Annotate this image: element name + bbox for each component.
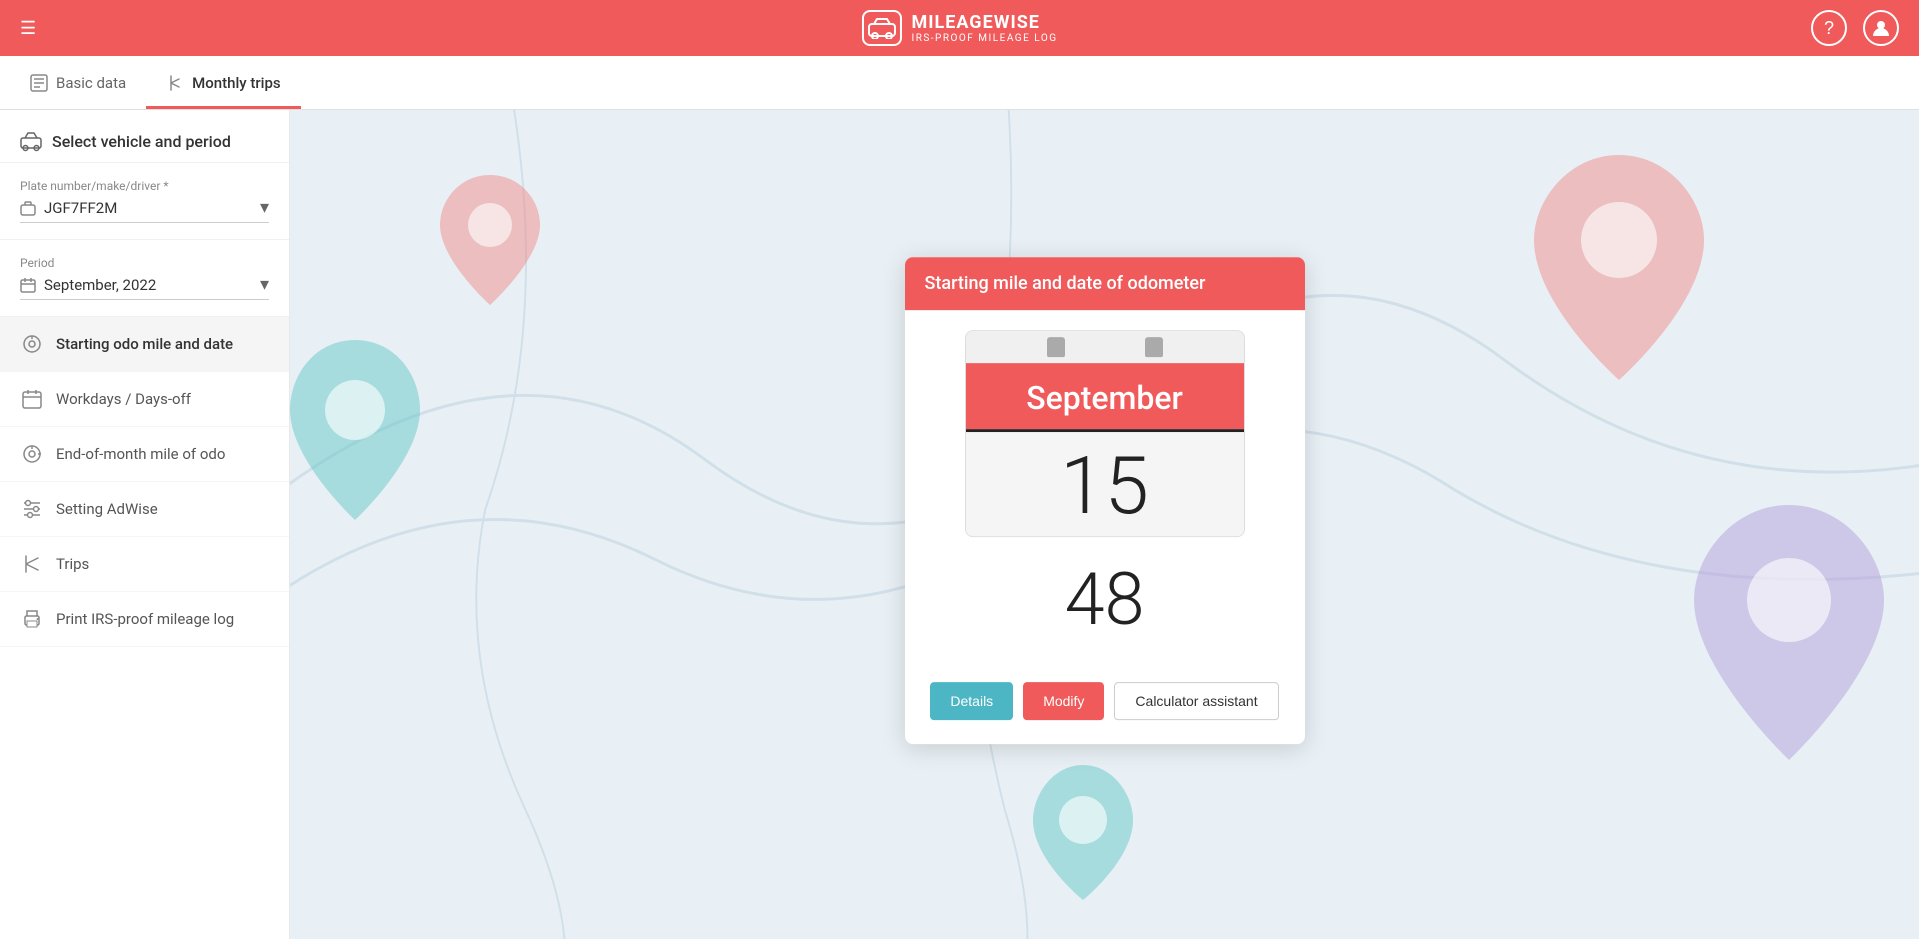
tab-basic-data[interactable]: Basic data (10, 56, 146, 109)
sidebar: Select vehicle and period Plate number/m… (0, 110, 290, 939)
tab-basic-data-label: Basic data (56, 74, 126, 92)
help-button[interactable]: ? (1811, 10, 1847, 46)
header-left: ☰ (20, 18, 36, 39)
hamburger-icon[interactable]: ☰ (20, 18, 36, 39)
vehicle-field-label: Plate number/make/driver * (20, 179, 269, 193)
trips-icon (20, 553, 44, 575)
sidebar-item-print-log[interactable]: Print IRS-proof mileage log (0, 592, 289, 647)
map-pin-pink-tl (430, 170, 550, 314)
period-underline (20, 299, 269, 300)
tab-monthly-trips[interactable]: Monthly trips (146, 56, 300, 109)
vehicle-value: JGF7FF2M (44, 199, 252, 217)
period-section: Period September, 2022 ▾ (0, 240, 289, 317)
odo-start-icon (20, 333, 44, 355)
card-title: Starting mile and date of odometer (925, 273, 1285, 294)
period-field-label: Period (20, 256, 269, 270)
brand: MILEAGEWISE IRS-PROOF MILEAGE LOG (911, 12, 1057, 44)
period-select[interactable]: September, 2022 ▾ (20, 274, 269, 295)
calendar-widget: September 15 (965, 330, 1245, 537)
map-pin-pink-tr (1519, 140, 1719, 394)
vehicle-section: Plate number/make/driver * JGF7FF2M ▾ (0, 163, 289, 240)
period-dropdown-arrow[interactable]: ▾ (260, 274, 269, 295)
main-layout: Select vehicle and period Plate number/m… (0, 110, 1919, 939)
user-button[interactable] (1863, 10, 1899, 46)
sidebar-item-workdays-label: Workdays / Days-off (56, 390, 191, 408)
sidebar-item-trips-label: Trips (56, 555, 89, 573)
sidebar-item-starting-odo-label: Starting odo mile and date (56, 335, 233, 353)
map-pin-teal-bc (1023, 755, 1143, 909)
cal-ring-left (1047, 337, 1065, 357)
calendar-day: 15 (966, 432, 1244, 536)
print-icon (20, 608, 44, 630)
workdays-icon (20, 388, 44, 410)
brand-name: MILEAGEWISE (911, 12, 1057, 33)
header-right: ? (1811, 10, 1899, 46)
monthly-trips-icon (166, 74, 184, 92)
header-center: MILEAGEWISE IRS-PROOF MILEAGE LOG (861, 10, 1057, 46)
sidebar-section-label: Select vehicle and period (52, 132, 231, 151)
briefcase-icon (20, 200, 36, 216)
tabs-bar: Basic data Monthly trips (0, 56, 1919, 110)
sidebar-item-starting-odo[interactable]: Starting odo mile and date (0, 317, 289, 372)
odo-end-icon (20, 443, 44, 465)
modify-button[interactable]: Modify (1023, 682, 1104, 720)
odo-card: Starting mile and date of odometer Septe… (905, 257, 1305, 744)
adwise-icon (20, 498, 44, 520)
vehicle-underline (20, 222, 269, 223)
sidebar-item-end-month-odo-label: End-of-month mile of odo (56, 445, 225, 463)
user-icon (1872, 19, 1890, 37)
period-value: September, 2022 (44, 276, 252, 294)
calendar-icon (20, 277, 36, 293)
sidebar-item-setting-adwise[interactable]: Setting AdWise (0, 482, 289, 537)
vehicle-dropdown-arrow[interactable]: ▾ (260, 197, 269, 218)
card-actions: Details Modify Calculator assistant (905, 682, 1305, 744)
odo-value: 48 (925, 557, 1285, 642)
sidebar-item-end-month-odo[interactable]: End-of-month mile of odo (0, 427, 289, 482)
sidebar-item-trips[interactable]: Trips (0, 537, 289, 592)
sidebar-item-workdays[interactable]: Workdays / Days-off (0, 372, 289, 427)
card-header: Starting mile and date of odometer (905, 257, 1305, 310)
car-icon (20, 130, 42, 152)
calendar-rings (966, 331, 1244, 363)
logo-box (861, 10, 901, 46)
sidebar-item-setting-adwise-label: Setting AdWise (56, 500, 158, 518)
sidebar-section-header: Select vehicle and period (0, 110, 289, 163)
map-area: Starting mile and date of odometer Septe… (290, 110, 1919, 939)
header: ☰ MILEAGEWISE IRS-PROOF MILEAGE LOG ? (0, 0, 1919, 56)
sidebar-item-print-log-label: Print IRS-proof mileage log (56, 610, 234, 628)
logo-icon (867, 17, 895, 39)
map-pin-purple-rb (1679, 490, 1899, 774)
details-button[interactable]: Details (930, 682, 1013, 720)
calendar-month: September (966, 363, 1244, 429)
basic-data-icon (30, 74, 48, 92)
cal-ring-right (1145, 337, 1163, 357)
card-body: September 15 48 (905, 310, 1305, 682)
tab-monthly-trips-label: Monthly trips (192, 74, 280, 92)
map-pin-teal-l (290, 330, 430, 534)
calculator-button[interactable]: Calculator assistant (1114, 682, 1278, 720)
brand-sub: IRS-PROOF MILEAGE LOG (911, 33, 1057, 44)
vehicle-select[interactable]: JGF7FF2M ▾ (20, 197, 269, 218)
